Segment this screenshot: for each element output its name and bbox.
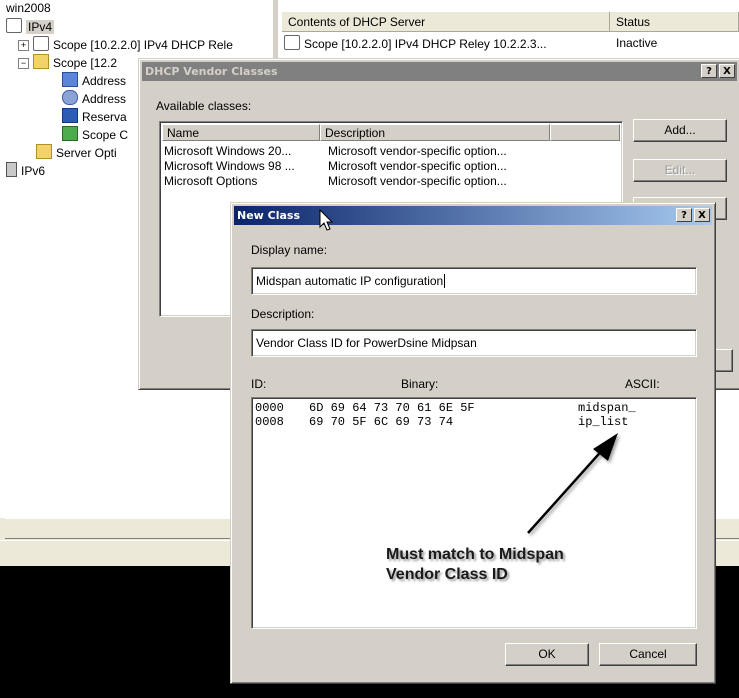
annotation-line-1: Must match to Midspan xyxy=(386,546,564,563)
annotation-arrow xyxy=(527,433,618,534)
annotation-callout: Must match to Midspan Vendor Class ID xyxy=(386,545,564,585)
annotation-line-2: Vendor Class ID xyxy=(386,566,508,583)
